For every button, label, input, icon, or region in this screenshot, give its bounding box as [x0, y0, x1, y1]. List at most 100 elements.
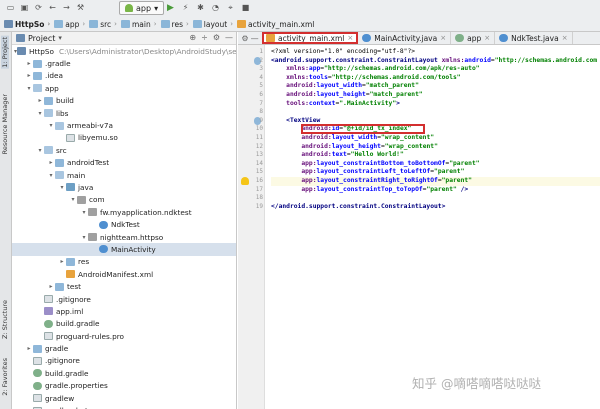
tool-tab-favorites[interactable]: 2: Favorites: [1, 358, 9, 396]
profile-icon[interactable]: ◔: [210, 2, 221, 13]
tool-tab-resource-manager[interactable]: Resource Manager: [1, 94, 9, 154]
breadcrumb-item[interactable]: res ›: [159, 18, 191, 31]
tree-item[interactable]: ▾ fw.myapplication.ndktest: [12, 206, 236, 218]
chevron-down-icon[interactable]: ▾: [36, 147, 44, 154]
editor-side-icons: ⚙ —: [238, 32, 262, 44]
tree-item[interactable]: ▾ com: [12, 194, 236, 206]
breadcrumb-label: main: [131, 19, 151, 29]
tree-item[interactable]: ▸ res: [12, 256, 236, 268]
close-icon[interactable]: ×: [562, 34, 568, 42]
tree-item[interactable]: gradlew.bat: [12, 404, 236, 409]
chevron-down-icon[interactable]: ▾: [80, 209, 88, 216]
tree-item[interactable]: .gitignore: [12, 293, 236, 305]
tree-item[interactable]: libyemu.so: [12, 132, 236, 144]
settings-icon[interactable]: ⚙: [241, 34, 248, 43]
tree-item[interactable]: ▸ .idea: [12, 70, 236, 82]
chevron-right-icon[interactable]: ▸: [36, 97, 44, 104]
make-project-icon[interactable]: ⚒: [75, 2, 86, 13]
editor-tab[interactable]: MainActivity.java ×: [358, 32, 452, 44]
forward-icon[interactable]: →: [61, 2, 72, 13]
save-icon[interactable]: ▣: [19, 2, 30, 13]
chevron-right-icon[interactable]: ▸: [47, 283, 55, 290]
tree-item[interactable]: ▸ build: [12, 95, 236, 107]
gear-icon[interactable]: ⚙: [213, 33, 220, 42]
locate-icon[interactable]: ⊕: [189, 33, 196, 42]
project-view-selector[interactable]: Project: [28, 34, 55, 43]
chevron-down-icon[interactable]: ▾: [80, 234, 88, 241]
tree-item[interactable]: ▾ libs: [12, 107, 236, 119]
editor-tab[interactable]: activity_main.xml ×: [262, 32, 359, 44]
tree-item-label: AndroidManifest.xml: [78, 269, 154, 279]
code-token: context: [308, 99, 336, 107]
tree-item[interactable]: MainActivity: [12, 243, 236, 256]
tree-item[interactable]: ▾ main: [12, 169, 236, 181]
tree-item[interactable]: ▾ HttpSo C:\Users\Administrator\Desktop\An…: [12, 45, 236, 57]
tree-item[interactable]: ▾ java: [12, 181, 236, 193]
breadcrumb-item[interactable]: activity_main.xml: [235, 18, 316, 31]
collapse-icon[interactable]: ÷: [201, 33, 208, 42]
module-file-icon: [44, 307, 53, 316]
tree-item[interactable]: NdkTest: [12, 218, 236, 230]
open-folder-icon[interactable]: ▭: [5, 2, 16, 13]
breadcrumb-item[interactable]: layout ›: [191, 18, 235, 31]
close-icon[interactable]: ×: [440, 34, 446, 42]
chevron-down-icon[interactable]: ▾: [69, 196, 77, 203]
code-editor[interactable]: 1 <?xml version="1.0" encoding="utf-8"?> 2…: [256, 45, 600, 211]
chevron-right-icon[interactable]: ▸: [25, 60, 33, 67]
folder-icon: [33, 59, 42, 68]
tree-item[interactable]: app.iml: [12, 305, 236, 317]
chevron-down-icon[interactable]: ▾: [47, 172, 55, 179]
code-token: "http://schemas.android.com/apk/res-auto…: [324, 65, 480, 73]
breadcrumb-item[interactable]: main ›: [119, 18, 159, 31]
tree-item[interactable]: gradle.properties: [12, 380, 236, 392]
tree-item[interactable]: gradlew: [12, 392, 236, 404]
attach-debugger-icon[interactable]: ⌖: [225, 2, 236, 13]
breadcrumb-item[interactable]: HttpSo ›: [2, 18, 52, 31]
close-icon[interactable]: ×: [484, 34, 490, 42]
hide-icon[interactable]: —: [225, 33, 233, 42]
chevron-down-icon[interactable]: ▾: [58, 184, 66, 191]
apply-changes-icon[interactable]: ⚡: [180, 2, 191, 13]
chevron-down-icon[interactable]: ▾: [36, 110, 44, 117]
tree-item[interactable]: ▾ nightteam.httpso: [12, 231, 236, 243]
breadcrumb-item[interactable]: app ›: [52, 18, 87, 31]
chevron-right-icon[interactable]: ▸: [25, 72, 33, 79]
tree-item[interactable]: ▾ src: [12, 144, 236, 156]
editor-tab[interactable]: NdkTest.java ×: [495, 32, 573, 44]
stop-icon[interactable]: ■: [240, 2, 251, 13]
chevron-down-icon[interactable]: ▾: [47, 122, 55, 129]
chevron-down-icon[interactable]: ▾: [25, 85, 33, 92]
back-icon[interactable]: ←: [47, 2, 58, 13]
sync-icon[interactable]: ⟳: [33, 2, 44, 13]
tool-tab-structure[interactable]: Z: Structure: [1, 300, 9, 339]
chevron-right-icon[interactable]: ▸: [58, 258, 66, 265]
chevron-right-icon[interactable]: ▸: [25, 345, 33, 352]
tree-item[interactable]: ▸ gradle: [12, 342, 236, 354]
breadcrumb-item[interactable]: src ›: [87, 18, 119, 31]
tree-item[interactable]: ▸ test: [12, 280, 236, 292]
minimize-icon[interactable]: —: [251, 34, 259, 43]
tree-item[interactable]: build.gradle: [12, 318, 236, 330]
code-token: </android.support.constraint.ConstraintL…: [271, 202, 446, 210]
run-configuration-dropdown[interactable]: app ▾: [119, 1, 165, 15]
tree-item[interactable]: build.gradle: [12, 367, 236, 379]
tree-item[interactable]: ▸ androidTest: [12, 157, 236, 169]
run-icon[interactable]: ▶: [165, 2, 176, 13]
tree-item[interactable]: AndroidManifest.xml: [12, 268, 236, 280]
chevron-right-icon[interactable]: ▸: [47, 159, 55, 166]
tree-item-label: MainActivity: [111, 244, 156, 254]
code-token: text: [331, 151, 347, 159]
tool-tab-project[interactable]: 1: Project: [1, 36, 9, 69]
tree-item[interactable]: ▾ armeabi-v7a: [12, 119, 236, 131]
code-line: 17 app:layout_constraintTop_toTopOf="par…: [256, 186, 600, 195]
close-icon[interactable]: ×: [347, 34, 353, 42]
tree-item[interactable]: .gitignore: [12, 355, 236, 367]
chevron-down-icon[interactable]: ▾: [58, 34, 62, 42]
code-token: "wrap_content": [384, 142, 438, 150]
tree-item[interactable]: proguard-rules.pro: [12, 330, 236, 342]
tree-item[interactable]: ▾ app: [12, 82, 236, 94]
tree-item[interactable]: ▸ .gradle: [12, 57, 236, 69]
debug-icon[interactable]: ✱: [195, 2, 206, 13]
editor-tab[interactable]: app ×: [451, 32, 496, 44]
code-line: 3 xmlns:app="http://schemas.android.com/…: [259, 65, 600, 74]
